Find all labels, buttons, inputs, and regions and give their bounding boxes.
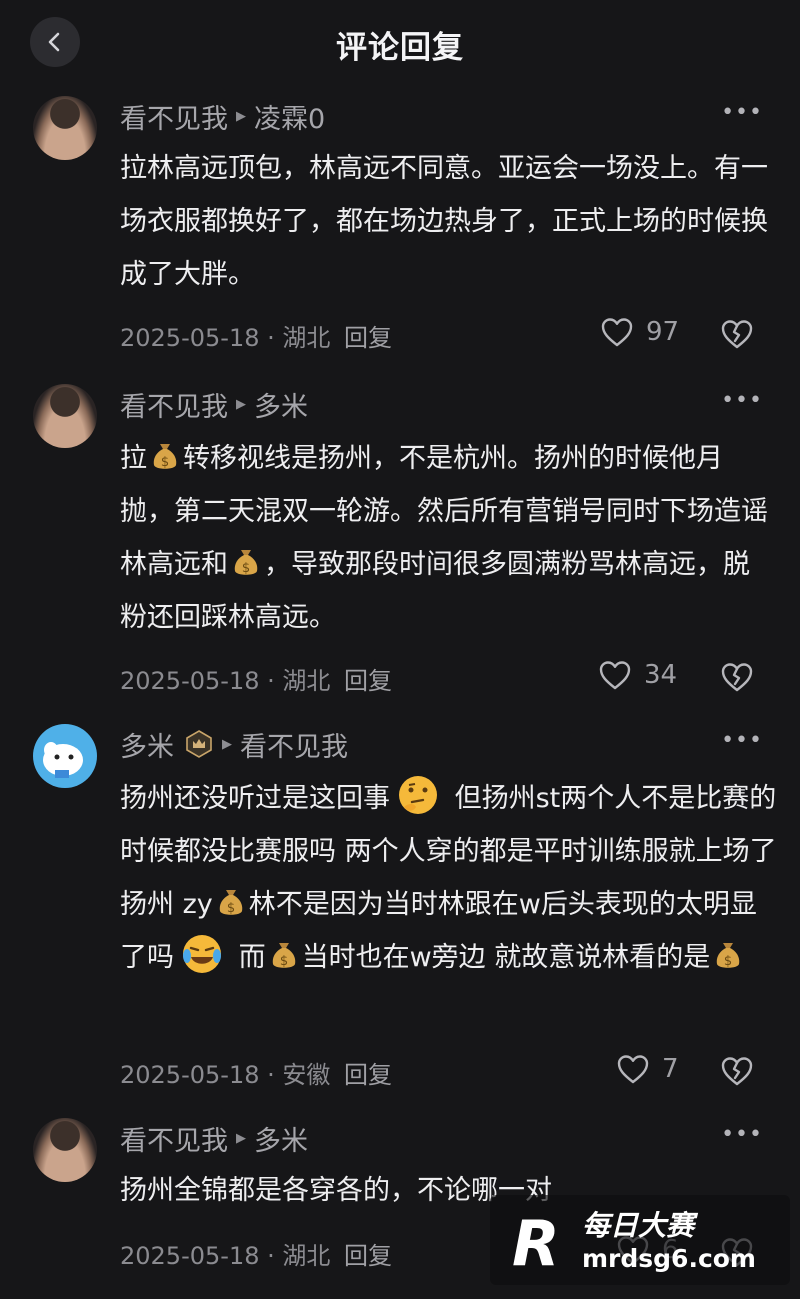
reply-arrow-icon: ▶ [222,736,232,752]
heart-icon [617,1055,649,1084]
comment-text-part: 而 [230,942,266,973]
comment-text-part: 拉 [120,443,147,474]
dislike-button[interactable] [720,1055,754,1091]
reply-button[interactable]: 回复 [344,1242,392,1270]
cartoon-avatar-icon [43,742,83,778]
reply-to-username[interactable]: 多米 [254,385,308,424]
money-bag-icon: $ [153,444,177,470]
laughing-crying-face-icon [183,935,221,973]
comment-date: 2025-05-18 [120,324,260,352]
watermark-logo: R 每日大赛 mrdsg6.com [490,1195,790,1285]
comment-location: 湖北 [282,667,331,695]
username[interactable]: 看不见我 [120,385,228,424]
dislike-button[interactable] [720,661,754,697]
comment-text: 拉林高远顶包，林高远不同意。亚运会一场没上。有一场衣服都换好了，都在场边热身了，… [120,153,768,290]
svg-text:$: $ [279,954,287,969]
thinking-face-icon [399,776,437,814]
reply-arrow-icon: ▶ [236,396,246,412]
money-bag-icon: $ [219,890,242,916]
heart-icon [601,318,633,347]
comment-text-part: 扬州还没听过是这回事 [120,783,390,814]
broken-heart-icon [721,1057,753,1086]
comment-date: 2025-05-18 [120,1242,260,1270]
reply-arrow-icon: ▶ [236,1130,246,1146]
heart-icon [599,661,631,690]
crown-badge-icon [186,730,212,758]
svg-text:$: $ [724,954,732,969]
username[interactable]: 看不见我 [120,1119,228,1158]
comment-text: 扬州还没听过是这回事 但扬州st两个人不是比赛的时候都没比赛服吗 两个人穿的都是… [120,772,780,984]
more-button[interactable]: ••• [721,388,763,413]
comment-meta: 2025-05-18 · 湖北 回复 [120,1242,393,1270]
reply-to-username[interactable]: 看不见我 [240,725,348,764]
comment-date: 2025-05-18 [120,1061,260,1089]
avatar[interactable] [33,96,97,160]
comment-location: 安徽 [282,1061,331,1089]
like-button[interactable]: 97 [600,316,679,348]
like-button[interactable]: 34 [598,659,677,691]
username-row: 看不见我 ▶ 多米 [120,1118,308,1158]
reply-to-username[interactable]: 凌霖0 [254,97,325,136]
comment-meta: 2025-05-18 · 湖北 回复 [120,324,393,352]
comment-text-part: 当时也在w旁边 就故意说林看的是 [301,942,711,973]
watermark-logo-letter: R [512,1207,560,1280]
dislike-button[interactable] [720,318,754,354]
username-row: 看不见我 ▶ 凌霖0 [120,96,325,136]
watermark: R 每日大赛 mrdsg6.com [490,1195,790,1285]
watermark-title: 每日大赛 [582,1209,699,1242]
comment-meta: 2025-05-18 · 湖北 回复 [120,667,393,695]
avatar[interactable] [33,384,97,448]
money-bag-icon: $ [234,550,258,576]
like-count: 34 [644,660,678,690]
money-bag-icon: $ [272,943,295,969]
comment-text: 拉 $ 转移视线是扬州，不是杭州。扬州的时候他月抛，第二天混双一轮游。然后所有营销号… [120,432,770,644]
more-button[interactable]: ••• [721,1122,763,1147]
avatar[interactable] [33,724,97,788]
like-count: 97 [646,317,680,347]
username-row: 多米 ▶ 看不见我 [120,724,348,764]
reply-button[interactable]: 回复 [344,1061,392,1089]
reply-button[interactable]: 回复 [344,324,392,352]
username[interactable]: 看不见我 [120,97,228,136]
comment-location: 湖北 [282,1242,331,1270]
more-button[interactable]: ••• [721,728,763,753]
comment-date: 2025-05-18 [120,667,260,695]
money-bag-icon: $ [717,943,740,969]
like-button[interactable]: 7 [616,1053,679,1085]
svg-text:$: $ [161,455,169,470]
reply-arrow-icon: ▶ [236,108,246,124]
comment-location: 湖北 [282,324,331,352]
reply-to-username[interactable]: 多米 [254,1119,308,1158]
watermark-url: mrdsg6.com [582,1244,756,1273]
avatar[interactable] [33,1118,97,1182]
page-title: 评论回复 [336,30,464,66]
broken-heart-icon [721,320,753,349]
username-row: 看不见我 ▶ 多米 [120,384,308,424]
more-button[interactable]: ••• [721,100,763,125]
header: 评论回复 [0,0,800,86]
svg-text:$: $ [242,561,250,576]
like-count: 7 [662,1054,679,1084]
username[interactable]: 多米 [120,725,174,764]
svg-text:$: $ [227,901,235,916]
comment-meta: 2025-05-18 · 安徽 回复 [120,1061,393,1089]
broken-heart-icon [721,663,753,692]
reply-button[interactable]: 回复 [344,667,392,695]
